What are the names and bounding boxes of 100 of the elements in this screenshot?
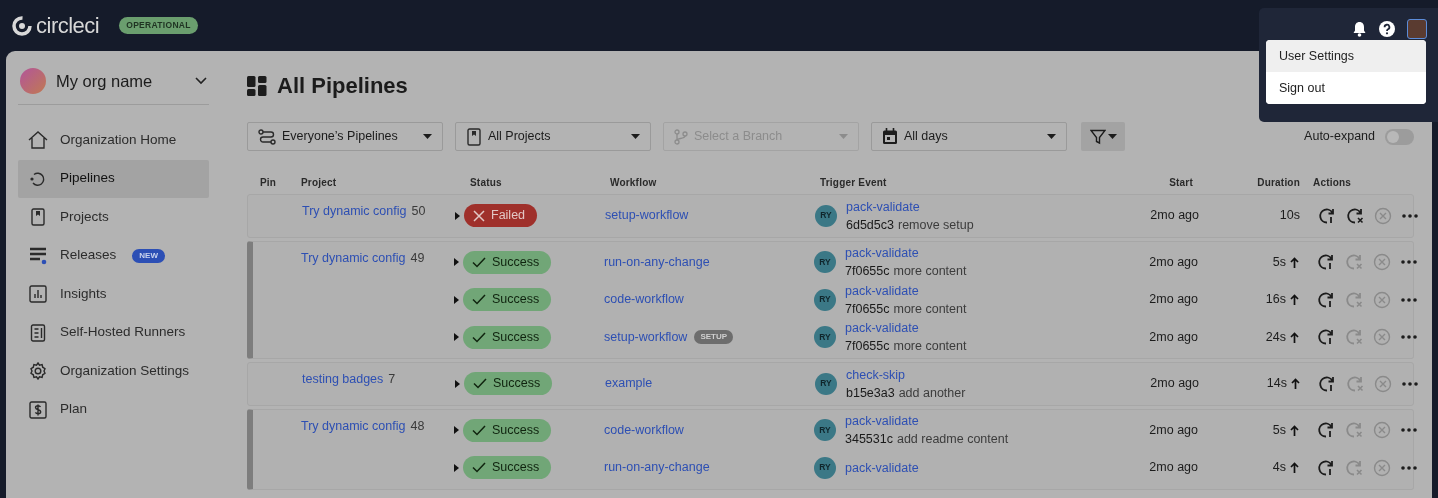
circleci-logo[interactable]: circleci — [12, 9, 100, 42]
caret-icon — [1047, 134, 1056, 139]
branch-link[interactable]: pack-validate — [845, 414, 919, 429]
commit-hash: 7f0655c — [845, 301, 890, 316]
project-link[interactable]: Try dynamic config — [301, 418, 406, 433]
rerun-icon[interactable] — [1318, 206, 1336, 225]
rerun-icon[interactable] — [1317, 253, 1335, 272]
workflow-link[interactable]: run-on-any-change — [604, 252, 710, 272]
connected-nodes-icon — [258, 128, 276, 145]
expand-caret-icon[interactable] — [454, 333, 459, 342]
start-time: 2mo ago — [1148, 421, 1198, 439]
more-icon[interactable] — [1402, 213, 1418, 218]
commit-hash: b15e3a3 — [846, 385, 895, 400]
sidebar-item[interactable]: Insights — [18, 275, 209, 313]
column-header: Start — [1168, 175, 1194, 190]
project-link[interactable]: testing badges — [302, 372, 384, 386]
branch-link[interactable]: check-skip — [846, 367, 906, 382]
column-header: Trigger Event — [819, 175, 888, 190]
sidebar-item[interactable]: Organization Settings — [18, 352, 209, 390]
rerun-icon[interactable] — [1317, 421, 1335, 440]
sidebar-item[interactable]: Organization Home — [18, 121, 209, 159]
check-icon — [472, 424, 486, 436]
page-title: All Pipelines — [277, 72, 408, 100]
rerun-icon[interactable] — [1317, 290, 1335, 309]
column-header: Actions — [1312, 175, 1353, 190]
branch-link[interactable]: pack-validate — [846, 199, 920, 214]
arrow-up-icon — [1290, 424, 1299, 436]
check-icon — [472, 294, 486, 306]
workflow-link[interactable]: run-on-any-change — [604, 458, 710, 478]
commit-message: more content — [893, 301, 967, 316]
bell-icon[interactable] — [1352, 20, 1367, 37]
branch-link[interactable]: pack-validate — [845, 460, 919, 475]
sidebar-item[interactable]: Pipelines — [18, 159, 209, 198]
duration: 14s — [1266, 374, 1300, 394]
rerun-failed-icon[interactable] — [1346, 206, 1364, 225]
check-icon — [472, 462, 486, 474]
setup-tag: SETUP — [694, 330, 734, 345]
more-icon[interactable] — [1401, 335, 1417, 340]
more-icon[interactable] — [1401, 428, 1417, 433]
duration: 4s — [1272, 458, 1299, 478]
expand-caret-icon[interactable] — [454, 463, 459, 472]
sidebar-item[interactable]: Plan — [18, 390, 209, 429]
branch-link[interactable]: pack-validate — [845, 246, 919, 261]
new-badge: NEW — [132, 248, 165, 263]
workflow-link[interactable]: code-workflow — [604, 420, 684, 440]
start-time: 2mo ago — [1148, 291, 1198, 309]
help-icon[interactable] — [1379, 20, 1395, 37]
commit-message: add readme content — [896, 432, 1009, 447]
filter-button[interactable] — [1081, 122, 1125, 151]
user-avatar[interactable] — [1407, 18, 1427, 39]
sidebar-item[interactable]: Releases NEW — [18, 236, 209, 275]
auto-expand-toggle[interactable] — [1385, 128, 1414, 145]
start-time: 2mo ago — [1149, 375, 1199, 393]
funnel-icon — [1089, 128, 1106, 145]
arrow-up-icon — [1290, 331, 1299, 343]
more-icon[interactable] — [1401, 297, 1417, 302]
filter-dropdown[interactable]: All Projects — [455, 122, 651, 151]
check-icon — [473, 378, 487, 390]
column-header: Pin — [259, 175, 278, 190]
branch-link[interactable]: pack-validate — [845, 283, 919, 298]
workflow-link[interactable]: example — [605, 374, 653, 394]
column-header: Status — [469, 175, 503, 190]
sidebar-item[interactable]: Self-Hosted Runners — [18, 313, 209, 352]
logo-text: circleci — [36, 12, 100, 40]
status-pill: Success — [463, 418, 552, 442]
rerun-icon[interactable] — [1317, 458, 1335, 477]
menu-item[interactable]: User Settings — [1266, 40, 1426, 72]
rerun-icon[interactable] — [1317, 328, 1335, 347]
caret-icon — [839, 134, 848, 139]
org-name[interactable]: My org name — [56, 68, 185, 94]
branch-link[interactable]: pack-validate — [845, 321, 919, 336]
rerun-icon[interactable] — [1318, 374, 1336, 393]
expand-caret-icon[interactable] — [454, 426, 459, 435]
user-avatar: RY — [814, 419, 836, 442]
more-icon[interactable] — [1402, 381, 1418, 386]
chevron-down-icon[interactable] — [195, 77, 207, 85]
sidebar-item[interactable]: Projects — [18, 198, 209, 236]
status-pill: Success — [464, 372, 553, 396]
expand-caret-icon[interactable] — [454, 258, 459, 267]
user-avatar: RY — [814, 456, 836, 479]
workflow-link[interactable]: code-workflow — [604, 290, 684, 310]
pipeline-number: 50 — [411, 204, 426, 218]
expand-caret-icon[interactable] — [455, 379, 460, 388]
duration: 5s — [1272, 252, 1299, 272]
start-time: 2mo ago — [1149, 207, 1199, 225]
project-link[interactable]: Try dynamic config — [301, 250, 406, 265]
more-icon[interactable] — [1401, 465, 1417, 470]
house-icon — [28, 131, 48, 149]
workflow-link[interactable]: setup-workflow — [604, 327, 688, 347]
caret-icon — [1107, 134, 1117, 139]
duration: 24s — [1265, 327, 1299, 347]
expand-caret-icon[interactable] — [455, 211, 460, 220]
more-icon[interactable] — [1401, 260, 1417, 265]
filter-dropdown[interactable]: All days — [871, 122, 1067, 151]
workflow-link[interactable]: setup-workflow — [605, 206, 689, 226]
expand-caret-icon[interactable] — [454, 295, 459, 304]
pipeline-number: 7 — [388, 372, 396, 386]
project-link[interactable]: Try dynamic config — [302, 204, 407, 218]
arrow-up-icon — [1291, 378, 1300, 390]
filter-dropdown[interactable]: Everyone’s Pipelines — [247, 122, 443, 151]
